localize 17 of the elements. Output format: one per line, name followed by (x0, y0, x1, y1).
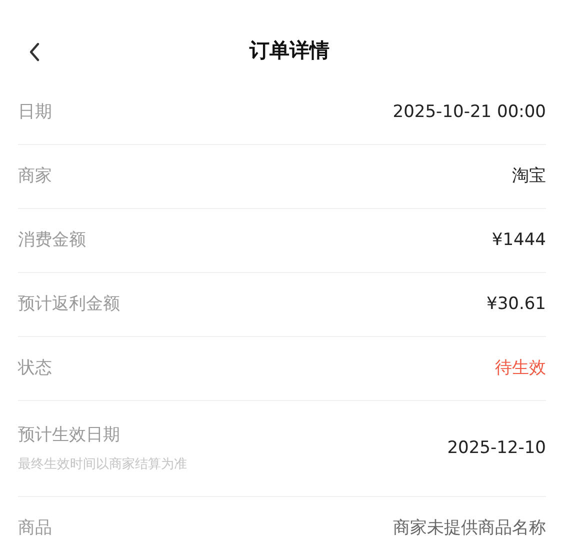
field-value: 2025-12-10 (447, 436, 546, 460)
field-note: 最终生效时间以商家结算为准 (18, 456, 187, 474)
field-label: 预计返利金额 (18, 292, 120, 316)
field-label: 商家 (18, 164, 52, 188)
field-label: 日期 (18, 100, 52, 124)
field-label: 消费金额 (18, 228, 86, 252)
field-value: ¥30.61 (486, 292, 546, 316)
field-value: ¥1444 (492, 228, 546, 252)
field-value: 2025-10-21 00:00 (392, 100, 546, 124)
field-value: 淘宝 (512, 164, 546, 188)
field-label: 商品 (18, 516, 52, 540)
back-icon (28, 42, 40, 62)
field-value: 待生效 (495, 356, 546, 380)
page-title: 订单详情 (250, 36, 330, 64)
field-label: 预计生效日期 (18, 424, 121, 447)
field-value: 商家未提供商品名称 (393, 516, 546, 540)
field-label: 状态 (18, 356, 52, 380)
